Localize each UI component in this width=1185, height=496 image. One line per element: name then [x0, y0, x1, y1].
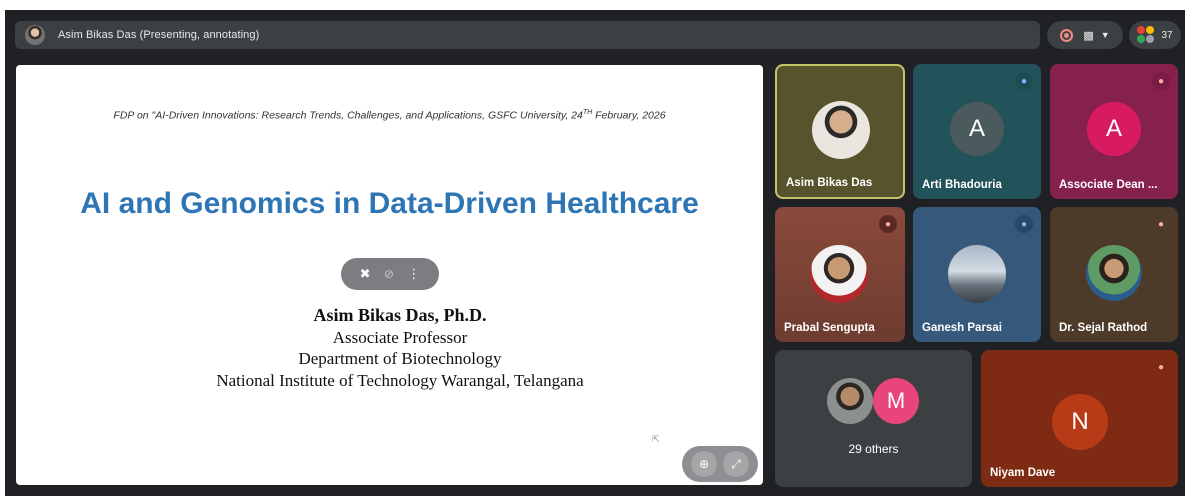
presenter-avatar [25, 25, 45, 45]
author-institution: National Institute of Technology Waranga… [216, 370, 584, 390]
mic-off-icon: ● [879, 215, 897, 233]
slide-header: FDP on "AI-Driven Innovations: Research … [113, 109, 666, 122]
annotation-toolbar[interactable]: ✖ ⊘ ⋮ [341, 258, 439, 290]
participant-tile[interactable]: ● N Niyam Dave [981, 350, 1178, 487]
presenter-bar[interactable]: Asim Bikas Das (Presenting, annotating) [15, 21, 1040, 49]
participant-tile[interactable]: ● Ganesh Parsai [913, 207, 1041, 342]
others-count-label: 29 others [848, 442, 899, 456]
participant-photo [810, 245, 868, 303]
presenter-label: Asim Bikas Das (Presenting, annotating) [58, 29, 260, 41]
screen: Asim Bikas Das (Presenting, annotating) … [0, 0, 1185, 496]
meeting-window: Asim Bikas Das (Presenting, annotating) … [5, 10, 1185, 496]
participant-tile[interactable]: ● Prabal Sengupta [775, 207, 905, 342]
participant-photo [1086, 245, 1142, 301]
participant-name: Dr. Sejal Rathod [1059, 322, 1148, 334]
zoom-icon[interactable]: ⊕ [691, 451, 717, 477]
participant-photo [827, 378, 873, 424]
slide-title: AI and Genomics in Data-Driven Healthcar… [80, 187, 699, 220]
mic-off-icon: ● [1015, 215, 1033, 233]
author-department: Department of Biotechnology [298, 349, 502, 368]
letter-avatar: A [950, 102, 1004, 156]
mic-off-icon: ● [1015, 72, 1033, 90]
camera-off-icon[interactable]: ▩ [1083, 29, 1093, 42]
mouse-cursor-icon: ⇱ [652, 434, 660, 444]
participants-button[interactable]: 37 [1129, 21, 1181, 49]
mic-off-icon: ● [1157, 218, 1165, 230]
slide-view-controls[interactable]: ⊕ ⤢ [682, 446, 758, 482]
letter-avatar: A [1087, 102, 1141, 156]
participant-count: 37 [1161, 29, 1173, 41]
participant-photo [812, 101, 870, 159]
others-tile[interactable]: M 29 others [775, 350, 972, 487]
mic-off-icon: ● [1157, 361, 1165, 373]
recording-camera-controls[interactable]: ▩ ▼ [1047, 21, 1123, 49]
participant-tile[interactable]: ● A Associate Dean ... [1050, 64, 1178, 199]
participant-name: Associate Dean ... [1059, 179, 1158, 191]
hide-icon[interactable]: ⊘ [384, 267, 394, 281]
participant-tile[interactable]: Asim Bikas Das [775, 64, 905, 199]
slide-author-block: Asim Bikas Das, Ph.D. Associate Professo… [16, 305, 763, 391]
participant-name: Asim Bikas Das [786, 177, 873, 189]
participant-name: Niyam Dave [990, 467, 1056, 479]
author-role: Associate Professor [332, 327, 468, 347]
unpin-icon[interactable]: ✖ [360, 266, 371, 282]
letter-avatar: M [873, 378, 919, 424]
participant-photo [948, 245, 1006, 303]
participant-name: Ganesh Parsai [922, 322, 1002, 334]
people-icon [1137, 26, 1155, 44]
fullscreen-icon[interactable]: ⤢ [723, 451, 749, 477]
recording-icon[interactable] [1060, 28, 1074, 42]
letter-avatar: N [1052, 394, 1108, 450]
more-options-icon[interactable]: ⋮ [407, 266, 420, 282]
participant-tile[interactable]: ● Dr. Sejal Rathod [1050, 207, 1178, 342]
author-name: Asim Bikas Das, Ph.D. [313, 305, 487, 325]
participant-name: Arti Bhadouria [922, 179, 1002, 191]
mic-off-icon: ● [1152, 72, 1170, 90]
chevron-down-icon[interactable]: ▼ [1101, 30, 1110, 40]
participant-name: Prabal Sengupta [784, 322, 875, 334]
shared-slide: FDP on "AI-Driven Innovations: Research … [16, 65, 763, 485]
participant-tile[interactable]: ● A Arti Bhadouria [913, 64, 1041, 199]
